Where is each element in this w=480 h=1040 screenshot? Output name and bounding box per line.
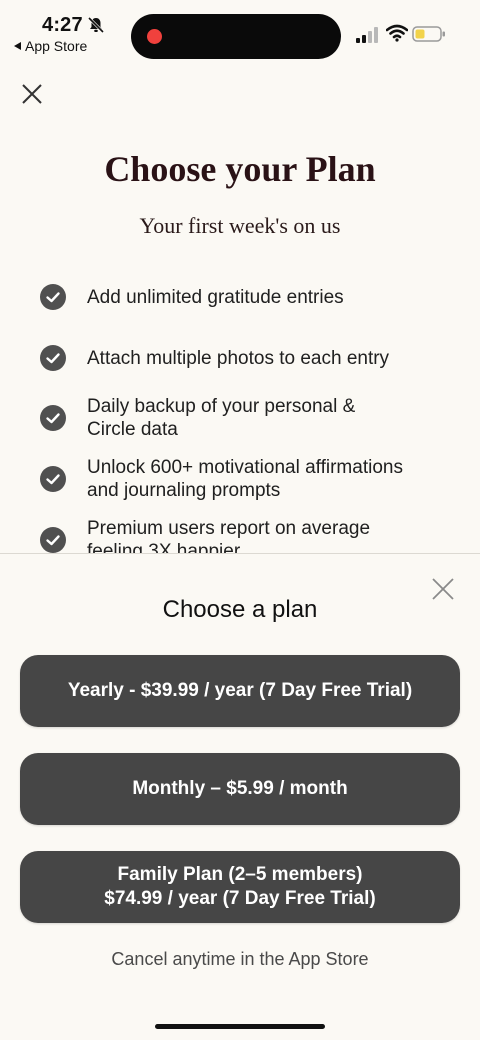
feature-line: Circle data xyxy=(87,419,178,440)
sheet-title: Choose a plan xyxy=(162,596,318,623)
feature-item: Attach multiple photos to each entry xyxy=(40,345,440,371)
feature-line: Premium users report on average xyxy=(87,518,371,539)
feature-item: Daily backup of your personal & Circle d… xyxy=(40,395,440,441)
feature-line: Attach multiple photos to each entry xyxy=(87,347,390,369)
yearly-plan-button[interactable]: Yearly - $39.99 / year (7 Day Free Trial… xyxy=(20,655,460,727)
monthly-plan-button[interactable]: Monthly – $5.99 / month xyxy=(20,753,460,825)
feature-text: Unlock 600+ motivational affirmations an… xyxy=(87,456,403,502)
plan-label: Family Plan (2–5 members) xyxy=(117,864,363,885)
plan-label: Yearly - $39.99 / year (7 Day Free Trial… xyxy=(67,680,413,701)
cancel-note: Cancel anytime in the App Store xyxy=(111,949,369,969)
checkmark-icon xyxy=(40,345,66,371)
home-indicator[interactable] xyxy=(155,1024,325,1029)
feature-line: Unlock 600+ motivational affirmations xyxy=(87,457,403,478)
feature-item: Unlock 600+ motivational affirmations an… xyxy=(40,456,440,502)
feature-list: Add unlimited gratitude entries Attach m… xyxy=(0,0,480,555)
plan-label: Monthly – $5.99 / month xyxy=(132,778,348,799)
paywall-screen: 4:27 App Store Choose your Plan Your fir… xyxy=(0,0,480,1040)
feature-line: and journaling prompts xyxy=(87,480,281,501)
feature-line: Add unlimited gratitude entries xyxy=(87,286,344,308)
feature-line: Daily backup of your personal & xyxy=(87,396,356,417)
checkmark-icon xyxy=(40,466,66,492)
family-plan-button[interactable]: Family Plan (2–5 members) $74.99 / year … xyxy=(20,851,460,923)
feature-text: Attach multiple photos to each entry xyxy=(87,347,389,370)
checkmark-icon xyxy=(40,527,66,553)
checkmark-icon xyxy=(40,284,66,310)
checkmark-icon xyxy=(40,405,66,431)
feature-text: Premium users report on average feeling … xyxy=(87,517,370,555)
plan-sheet: Choose a plan Yearly - $39.99 / year (7 … xyxy=(0,553,480,1040)
feature-text: Daily backup of your personal & Circle d… xyxy=(87,395,355,441)
feature-item: Add unlimited gratitude entries xyxy=(40,284,440,310)
plan-label: $74.99 / year (7 Day Free Trial) xyxy=(104,888,376,909)
feature-text: Add unlimited gratitude entries xyxy=(87,286,344,309)
feature-item: Premium users report on average feeling … xyxy=(40,517,440,555)
